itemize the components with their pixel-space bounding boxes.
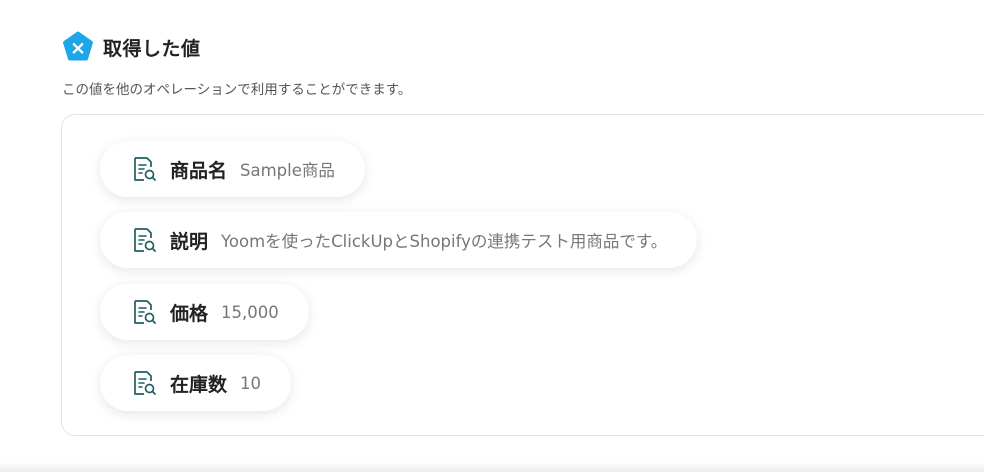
value-key: 価格 [170,302,209,325]
value-text: Sample商品 [240,161,335,180]
value-chip-description[interactable]: 説明 Yoomを使ったClickUpとShopifyの連携テスト用商品です。 [100,212,698,268]
document-search-icon [134,300,156,324]
bottom-edge-shadow [0,462,984,472]
section-description: この値を他のオペレーションで利用することができます。 [62,82,412,98]
value-text: 15,000 [221,302,279,322]
value-chip-stock[interactable]: 在庫数 10 [100,355,292,411]
value-key: 商品名 [170,159,228,182]
value-key: 説明 [170,230,209,253]
section-header: 取得した値 [62,31,201,63]
document-search-icon [134,157,156,181]
value-key: 在庫数 [170,373,228,396]
value-chip-product-name[interactable]: 商品名 Sample商品 [100,141,365,197]
document-search-icon [134,228,156,252]
page: 取得した値 この値を他のオペレーションで利用することができます。 商品名 Sam… [0,0,984,472]
document-search-icon [134,371,156,395]
section-title: 取得した値 [103,37,201,60]
value-text: Yoomを使ったClickUpとShopifyの連携テスト用商品です。 [221,232,668,251]
value-chip-price[interactable]: 価格 15,000 [100,284,309,340]
value-text: 10 [240,373,262,393]
yoom-brand-icon [63,31,93,61]
values-panel: 商品名 Sample商品 説明 Yoomを使ったClickUpとShopifyの… [61,114,984,436]
